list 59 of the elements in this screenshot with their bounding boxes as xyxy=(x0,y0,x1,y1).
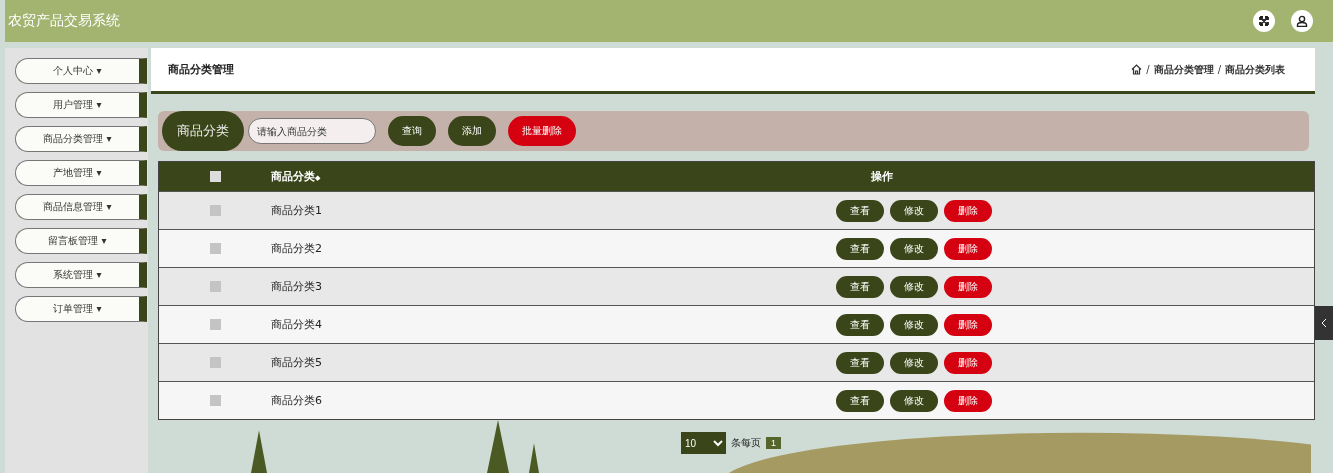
app-title: 农贸产品交易系统 xyxy=(8,12,120,30)
sidebar-item[interactable]: 订单管理 ▾ xyxy=(15,296,147,322)
row-action-button[interactable]: 删除 xyxy=(944,237,992,260)
row-action-button[interactable]: 删除 xyxy=(944,389,992,412)
chevron-left-icon xyxy=(1321,319,1327,327)
row-checkbox[interactable] xyxy=(209,243,221,254)
row-action-button[interactable]: 删除 xyxy=(944,275,992,298)
home-icon[interactable] xyxy=(1131,64,1143,75)
sidebar-item[interactable]: 产地管理 ▾ xyxy=(15,160,147,186)
page-size-select[interactable]: 10 xyxy=(681,432,726,454)
row-action-button[interactable]: 修改 xyxy=(890,237,938,260)
breadcrumb-separator: / xyxy=(1217,64,1221,75)
row-action-button[interactable]: 查看 xyxy=(836,313,884,336)
page-size-label: 条每页 xyxy=(731,436,761,450)
toolbar-button[interactable]: 查询 xyxy=(388,116,436,146)
table-cell: 商品分类6 xyxy=(271,394,322,407)
row-action-button[interactable]: 查看 xyxy=(836,199,884,222)
row-checkbox[interactable] xyxy=(209,319,221,330)
page-button[interactable]: 1 xyxy=(766,437,781,449)
table-cell: 商品分类2 xyxy=(271,242,322,255)
breadcrumb-link[interactable]: 商品分类列表 xyxy=(1225,62,1285,77)
sidebar-item[interactable]: 用户管理 ▾ xyxy=(15,92,147,118)
select-all-checkbox[interactable] xyxy=(209,171,221,182)
table-cell: 商品分类4 xyxy=(271,318,322,331)
row-action-button[interactable]: 修改 xyxy=(890,389,938,412)
row-action-button[interactable]: 删除 xyxy=(944,351,992,374)
page-title: 商品分类管理 xyxy=(168,62,234,77)
search-label: 商品分类 xyxy=(162,111,244,151)
user-icon[interactable] xyxy=(1291,10,1313,32)
row-action-button[interactable]: 查看 xyxy=(836,351,884,374)
table-cell: 商品分类1 xyxy=(271,204,322,217)
sidebar-item[interactable]: 商品信息管理 ▾ xyxy=(15,194,147,220)
row-action-button[interactable]: 删除 xyxy=(944,313,992,336)
sidebar-item[interactable]: 系统管理 ▾ xyxy=(15,262,147,288)
row-action-button[interactable]: 查看 xyxy=(836,237,884,260)
row-checkbox[interactable] xyxy=(209,205,221,216)
row-action-button[interactable]: 修改 xyxy=(890,351,938,374)
sidebar-item[interactable]: 商品分类管理 ▾ xyxy=(15,126,147,152)
sidebar-item[interactable]: 留言板管理 ▾ xyxy=(15,228,147,254)
row-checkbox[interactable] xyxy=(209,395,221,406)
search-field[interactable]: 请输入商品分类 xyxy=(248,118,376,144)
row-action-button[interactable]: 查看 xyxy=(836,275,884,298)
breadcrumb-separator: / xyxy=(1146,64,1150,75)
row-action-button[interactable]: 查看 xyxy=(836,389,884,412)
sidebar-item[interactable]: 个人中心 ▾ xyxy=(15,58,147,84)
row-action-button[interactable]: 删除 xyxy=(944,199,992,222)
column-header: 操作 xyxy=(870,169,893,184)
row-action-button[interactable]: 修改 xyxy=(890,313,938,336)
toolbar-button[interactable]: 批量删除 xyxy=(508,116,576,146)
collapse-tab[interactable] xyxy=(1315,306,1333,340)
table-cell: 商品分类5 xyxy=(271,356,322,369)
row-checkbox[interactable] xyxy=(209,357,221,368)
fullscreen-icon[interactable] xyxy=(1253,10,1275,32)
row-checkbox[interactable] xyxy=(209,281,221,292)
table-cell: 商品分类3 xyxy=(271,280,322,293)
row-action-button[interactable]: 修改 xyxy=(890,275,938,298)
breadcrumb-link[interactable]: 商品分类管理 xyxy=(1153,62,1214,77)
row-action-button[interactable]: 修改 xyxy=(890,199,938,222)
toolbar-button[interactable]: 添加 xyxy=(448,116,496,146)
